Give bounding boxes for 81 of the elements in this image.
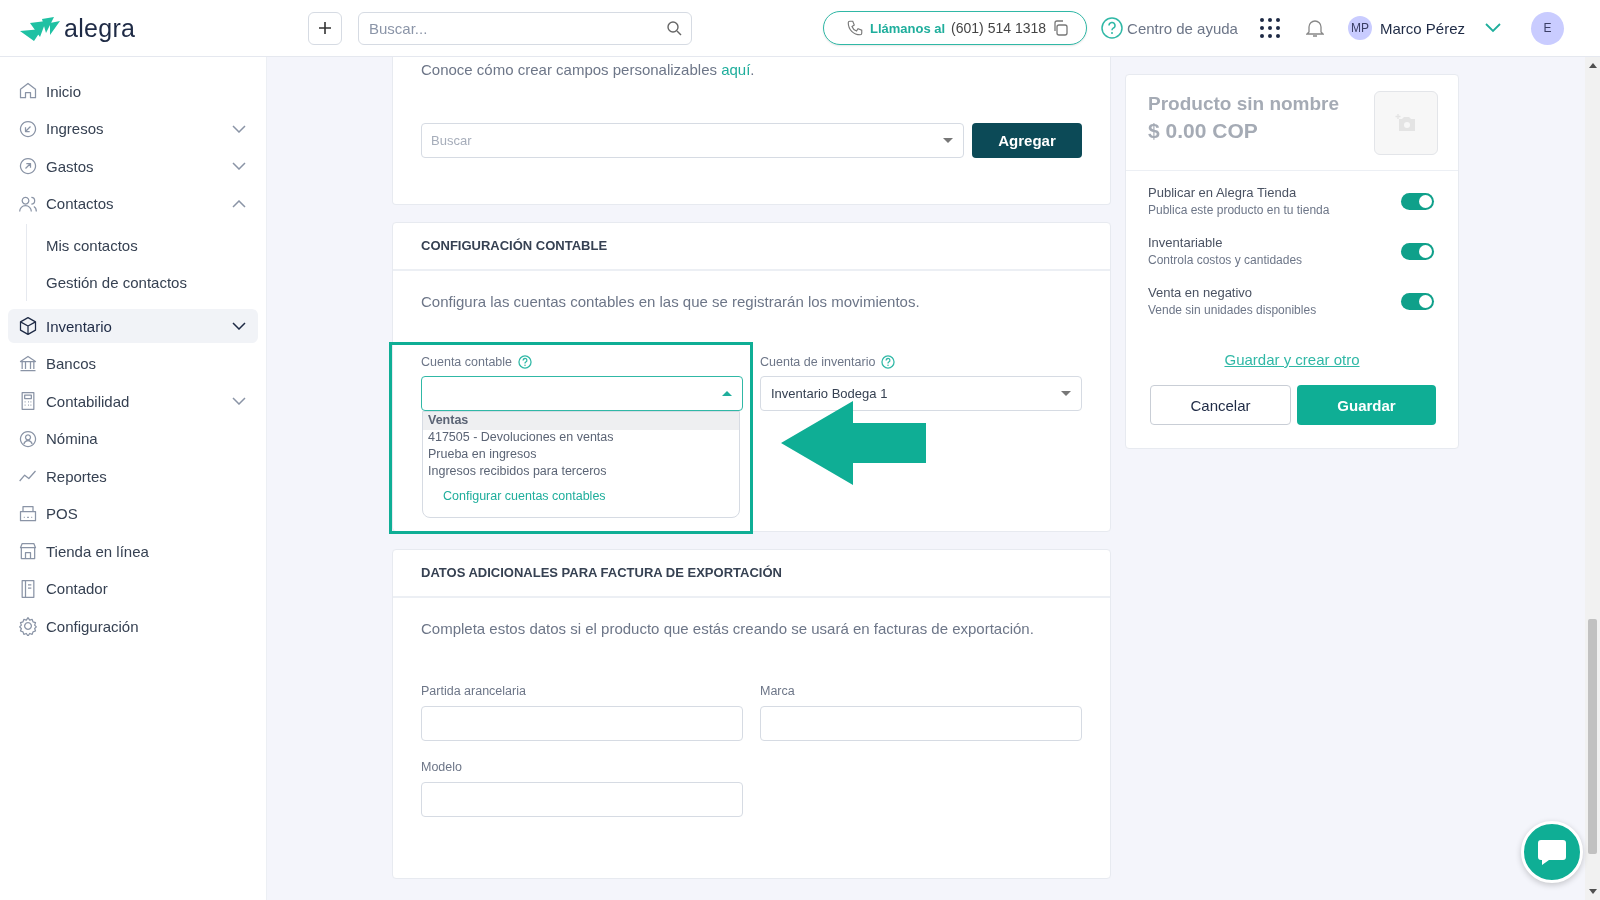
sidebar-item[interactable]: Reportes xyxy=(8,459,258,493)
toggle-description: Controla costos y cantidades xyxy=(1148,253,1303,267)
cancel-button[interactable]: Cancelar xyxy=(1150,385,1291,425)
toggle-title: Inventariable xyxy=(1148,235,1224,250)
caret-down-icon xyxy=(943,138,953,143)
field-label: Cuenta de inventario xyxy=(760,354,876,369)
toggle-switch[interactable] xyxy=(1401,192,1434,210)
text-field[interactable] xyxy=(421,782,743,817)
inventory-account-select[interactable]: Inventario Bodega 1 xyxy=(760,376,1082,411)
toggle-switch[interactable] xyxy=(1401,292,1434,310)
store-icon xyxy=(18,541,38,561)
field-label: Modelo xyxy=(421,760,463,774)
toggle-description: Publica este producto en tu tienda xyxy=(1148,203,1330,217)
text-field[interactable] xyxy=(421,706,743,741)
apps-grid-icon[interactable] xyxy=(1259,18,1280,38)
call-us-button[interactable]: Llámanos al (601) 514 1318 xyxy=(822,11,1088,45)
section-description: Completa estos datos si el producto que estás creando se usará en facturas de exportación. xyxy=(421,620,1035,637)
sidebar-item[interactable]: Gastos xyxy=(8,149,258,183)
scrollbar-thumb[interactable] xyxy=(1588,619,1597,854)
company-avatar[interactable]: E xyxy=(1531,11,1564,45)
sidebar-item[interactable]: Inicio xyxy=(8,74,258,108)
sidebar-item[interactable]: Bancos xyxy=(8,346,258,381)
leaf-logo-icon xyxy=(20,15,60,41)
option-group-header: Ventas xyxy=(423,412,739,430)
user-menu[interactable]: MP Marco Pérez xyxy=(1347,16,1501,40)
copy-icon xyxy=(1052,20,1069,36)
text-field[interactable] xyxy=(760,706,1082,741)
dropdown-option[interactable]: Ingresos recibidos para terceros xyxy=(423,464,739,481)
settings-icon xyxy=(18,616,38,636)
section-description: Configura las cuentas contables en las que se registrarán los movimientos. xyxy=(421,293,921,310)
sidebar-item[interactable]: Inventario xyxy=(8,309,258,343)
product-price: $ 0.00 COP xyxy=(1148,119,1259,143)
help-icon[interactable] xyxy=(881,354,896,369)
scroll-down-icon[interactable] xyxy=(1588,889,1597,894)
logo-text: alegra xyxy=(64,13,136,43)
sidebar-item[interactable]: Nómina xyxy=(8,421,258,456)
help-icon xyxy=(1101,17,1124,39)
section-title: CONFIGURACIÓN CONTABLE xyxy=(393,223,1110,271)
chat-button[interactable] xyxy=(1521,821,1583,883)
product-name: Producto sin nombre xyxy=(1148,93,1340,115)
caret-down-icon xyxy=(1061,391,1071,396)
sidebar-item[interactable]: Contador xyxy=(8,571,258,606)
printer-icon xyxy=(18,503,38,524)
toggle-title: Publicar en Alegra Tienda xyxy=(1148,185,1298,200)
sidebar-item[interactable]: Tienda en línea xyxy=(8,534,258,568)
caret-up-icon xyxy=(722,391,732,396)
sidebar-item[interactable]: Contabilidad xyxy=(8,384,258,418)
dropdown-option[interactable]: 417505 - Devoluciones en ventas xyxy=(423,430,739,447)
scrollbar[interactable] xyxy=(1585,57,1600,900)
sidebar-item[interactable]: Configuración xyxy=(8,609,258,643)
chat-bubble-icon xyxy=(1537,838,1567,866)
bank-icon xyxy=(18,353,38,374)
custom-fields-hint: Conoce cómo crear campos personalizables aquí. xyxy=(421,61,756,78)
search-field[interactable]: Buscar... xyxy=(358,11,692,45)
notification-bell-icon[interactable] xyxy=(1305,18,1324,38)
field-label: Cuenta contable xyxy=(421,354,513,369)
dropdown-option[interactable]: Prueba en ingresos xyxy=(423,447,739,464)
toggle-description: Vende sin unidades disponibles xyxy=(1148,303,1317,317)
search-icon xyxy=(666,19,682,36)
account-select[interactable] xyxy=(421,376,743,411)
help-icon[interactable] xyxy=(518,354,533,369)
toggle-title: Venta en negativo xyxy=(1148,285,1254,300)
add-button[interactable] xyxy=(308,11,342,45)
sidebar-item[interactable]: Ingresos xyxy=(8,111,258,146)
toggle-switch[interactable] xyxy=(1401,242,1434,260)
sidebar-subitem[interactable]: Gestión de contactos xyxy=(27,264,258,301)
scroll-up-icon[interactable] xyxy=(1588,63,1597,68)
sidebar-item[interactable]: Contactos xyxy=(8,186,258,221)
add-button[interactable]: Agregar xyxy=(972,123,1082,158)
sidebar-subitem[interactable]: Mis contactos xyxy=(27,227,258,264)
plus-icon xyxy=(318,21,332,35)
field-label: Marca xyxy=(760,684,796,698)
home-icon xyxy=(18,81,38,101)
chevron-down-icon xyxy=(1485,23,1501,33)
field-label: Partida arancelaria xyxy=(421,684,527,698)
box-icon xyxy=(18,316,38,336)
section-title: DATOS ADICIONALES PARA FACTURA DE EXPORTACIÓN xyxy=(393,550,1110,598)
sidebar-item[interactable]: POS xyxy=(8,496,258,531)
phone-icon xyxy=(845,19,864,37)
help-center-link[interactable]: Centro de ayuda xyxy=(1101,17,1238,39)
user-avatar: MP xyxy=(1347,16,1372,40)
